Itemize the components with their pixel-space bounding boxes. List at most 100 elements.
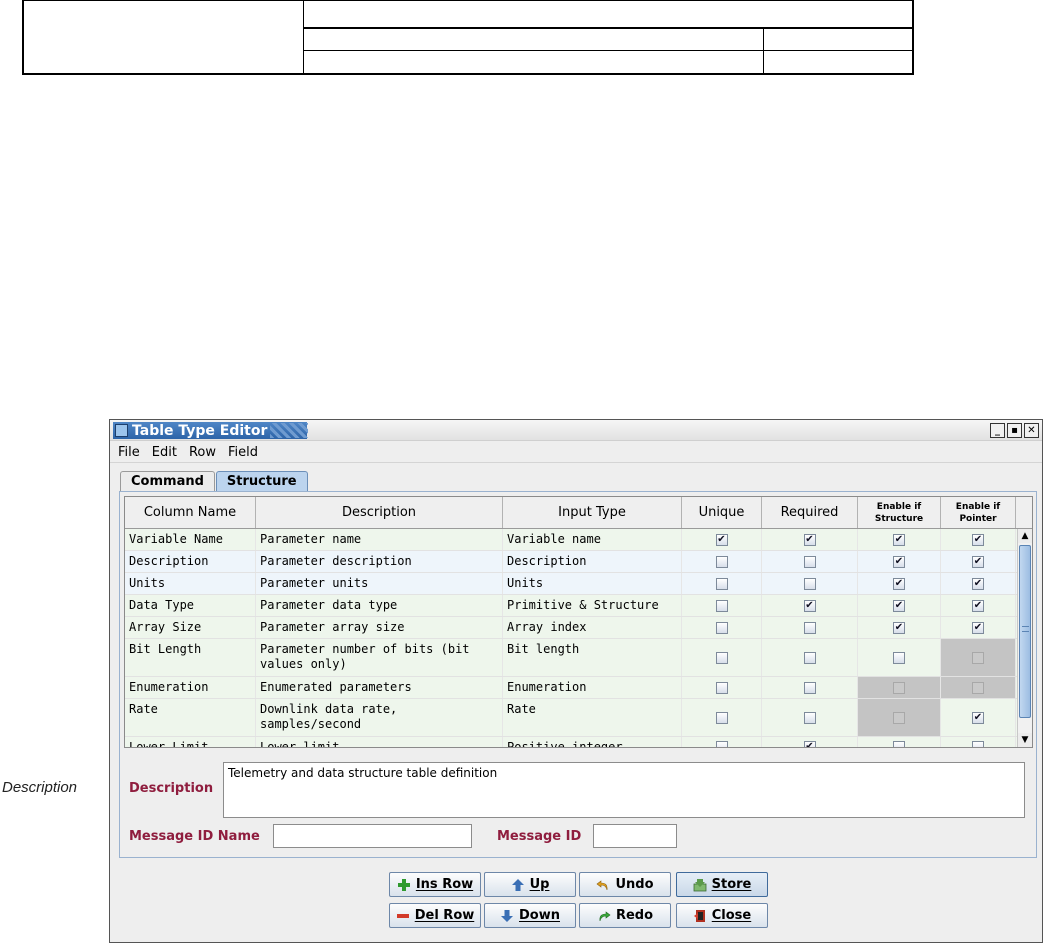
unchecked-checkbox-icon[interactable] bbox=[803, 651, 816, 664]
unchecked-checkbox-icon[interactable] bbox=[803, 711, 816, 724]
checked-checkbox-icon[interactable]: ✔ bbox=[893, 533, 905, 546]
store-button[interactable]: Store bbox=[676, 872, 768, 897]
menu-row[interactable]: Row bbox=[189, 445, 216, 460]
checkbox-cell[interactable] bbox=[682, 737, 762, 747]
menu-field[interactable]: Field bbox=[228, 445, 258, 460]
table-cell[interactable]: Parameter number of bits (bit values onl… bbox=[256, 639, 503, 676]
table-cell[interactable]: Lower Limit bbox=[125, 737, 256, 747]
column-header[interactable]: Column Name bbox=[125, 497, 256, 528]
close-icon[interactable]: ✕ bbox=[1024, 423, 1039, 438]
table-row[interactable]: Rate Downlink data rate, samples/second Ra… bbox=[125, 699, 1018, 737]
table-cell[interactable]: Primitive & Structure bbox=[503, 595, 682, 616]
scroll-up-icon[interactable]: ▲ bbox=[1018, 529, 1032, 543]
table-row[interactable]: Variable Name Parameter name Variable name… bbox=[125, 529, 1018, 551]
checkbox-cell[interactable] bbox=[682, 573, 762, 594]
checkbox-cell[interactable] bbox=[858, 639, 941, 676]
checkbox-cell[interactable]: ✔ bbox=[762, 529, 858, 550]
table-cell[interactable]: Description bbox=[125, 551, 256, 572]
checkbox-cell[interactable]: ✔ bbox=[941, 529, 1016, 550]
unchecked-checkbox-icon[interactable] bbox=[715, 599, 728, 612]
table-row[interactable]: Lower Limit Lower limit Positive integer ✔ bbox=[125, 737, 1018, 747]
undo-button[interactable]: Undo bbox=[579, 872, 671, 897]
ins-row-button[interactable]: Ins Row bbox=[389, 872, 481, 897]
table-cell[interactable]: Enumerated parameters bbox=[256, 677, 503, 698]
maximize-icon[interactable]: ▪ bbox=[1007, 423, 1022, 438]
table-cell[interactable]: Units bbox=[503, 573, 682, 594]
checkbox-cell[interactable] bbox=[682, 677, 762, 698]
column-header[interactable]: Enable if Pointer bbox=[941, 497, 1016, 528]
unchecked-checkbox-icon[interactable] bbox=[893, 681, 905, 694]
checkbox-cell[interactable] bbox=[762, 677, 858, 698]
table-row[interactable]: Array Size Parameter array size Array inde… bbox=[125, 617, 1018, 639]
table-cell[interactable]: Units bbox=[125, 573, 256, 594]
checkbox-cell[interactable]: ✔ bbox=[762, 595, 858, 616]
table-cell[interactable]: Enumeration bbox=[503, 677, 682, 698]
checkbox-cell[interactable]: ✔ bbox=[858, 595, 941, 616]
column-header[interactable]: Enable if Structure bbox=[858, 497, 941, 528]
checkbox-cell[interactable] bbox=[941, 639, 1016, 676]
column-header[interactable]: Required bbox=[762, 497, 858, 528]
checkbox-cell[interactable] bbox=[762, 551, 858, 572]
menu-edit[interactable]: Edit bbox=[152, 445, 177, 460]
table-cell[interactable]: Rate bbox=[503, 699, 682, 736]
table-cell[interactable]: Downlink data rate, samples/second bbox=[256, 699, 503, 736]
checkbox-cell[interactable]: ✔ bbox=[941, 551, 1016, 572]
unchecked-checkbox-icon[interactable] bbox=[893, 740, 905, 747]
table-cell[interactable]: Positive integer bbox=[503, 737, 682, 747]
checkbox-cell[interactable] bbox=[858, 737, 941, 747]
checkbox-cell[interactable]: ✔ bbox=[682, 529, 762, 550]
checkbox-cell[interactable] bbox=[682, 595, 762, 616]
close-button[interactable]: Close bbox=[676, 903, 768, 928]
table-row[interactable]: Data Type Parameter data type Primitive & … bbox=[125, 595, 1018, 617]
checkbox-cell[interactable]: ✔ bbox=[858, 551, 941, 572]
checkbox-cell[interactable] bbox=[858, 677, 941, 698]
unchecked-checkbox-icon[interactable] bbox=[715, 681, 728, 694]
column-header[interactable]: Unique bbox=[682, 497, 762, 528]
checkbox-cell[interactable]: ✔ bbox=[941, 595, 1016, 616]
column-header[interactable]: Description bbox=[256, 497, 503, 528]
scroll-thumb[interactable] bbox=[1019, 545, 1031, 718]
checkbox-cell[interactable]: ✔ bbox=[941, 617, 1016, 638]
checked-checkbox-icon[interactable]: ✔ bbox=[972, 711, 984, 724]
vertical-scrollbar[interactable]: ▲ ▼ bbox=[1017, 529, 1032, 747]
table-cell[interactable]: Parameter data type bbox=[256, 595, 503, 616]
table-cell[interactable]: Description bbox=[503, 551, 682, 572]
unchecked-checkbox-icon[interactable] bbox=[715, 711, 728, 724]
checkbox-cell[interactable] bbox=[762, 639, 858, 676]
unchecked-checkbox-icon[interactable] bbox=[972, 681, 984, 694]
unchecked-checkbox-icon[interactable] bbox=[715, 555, 728, 568]
checked-checkbox-icon[interactable]: ✔ bbox=[803, 533, 816, 546]
unchecked-checkbox-icon[interactable] bbox=[803, 577, 816, 590]
checkbox-cell[interactable]: ✔ bbox=[762, 737, 858, 747]
checkbox-cell[interactable] bbox=[858, 699, 941, 736]
title-bar[interactable]: Table Type Editor _ ▪ ✕ bbox=[110, 420, 1042, 441]
table-row[interactable]: Bit Length Parameter number of bits (bit … bbox=[125, 639, 1018, 677]
unchecked-checkbox-icon[interactable] bbox=[715, 651, 728, 664]
checked-checkbox-icon[interactable]: ✔ bbox=[893, 555, 905, 568]
checkbox-cell[interactable]: ✔ bbox=[858, 617, 941, 638]
unchecked-checkbox-icon[interactable] bbox=[715, 621, 728, 634]
table-cell[interactable]: Parameter units bbox=[256, 573, 503, 594]
table-cell[interactable]: Array Size bbox=[125, 617, 256, 638]
checked-checkbox-icon[interactable]: ✔ bbox=[972, 621, 984, 634]
checkbox-cell[interactable] bbox=[941, 737, 1016, 747]
checkbox-cell[interactable] bbox=[762, 617, 858, 638]
table-cell[interactable]: Array index bbox=[503, 617, 682, 638]
unchecked-checkbox-icon[interactable] bbox=[715, 740, 728, 747]
checked-checkbox-icon[interactable]: ✔ bbox=[893, 599, 905, 612]
unchecked-checkbox-icon[interactable] bbox=[803, 621, 816, 634]
tab-command[interactable]: Command bbox=[120, 471, 215, 491]
scroll-down-icon[interactable]: ▼ bbox=[1018, 733, 1032, 747]
message-id-name-field[interactable] bbox=[273, 824, 472, 848]
checkbox-cell[interactable]: ✔ bbox=[941, 699, 1016, 736]
checkbox-cell[interactable] bbox=[682, 551, 762, 572]
table-cell[interactable]: Bit Length bbox=[125, 639, 256, 676]
unchecked-checkbox-icon[interactable] bbox=[972, 740, 984, 747]
down-button[interactable]: Down bbox=[484, 903, 576, 928]
unchecked-checkbox-icon[interactable] bbox=[803, 681, 816, 694]
table-cell[interactable]: Parameter name bbox=[256, 529, 503, 550]
redo-button[interactable]: Redo bbox=[579, 903, 671, 928]
checked-checkbox-icon[interactable]: ✔ bbox=[972, 533, 984, 546]
table-cell[interactable]: Variable Name bbox=[125, 529, 256, 550]
checkbox-cell[interactable] bbox=[682, 639, 762, 676]
